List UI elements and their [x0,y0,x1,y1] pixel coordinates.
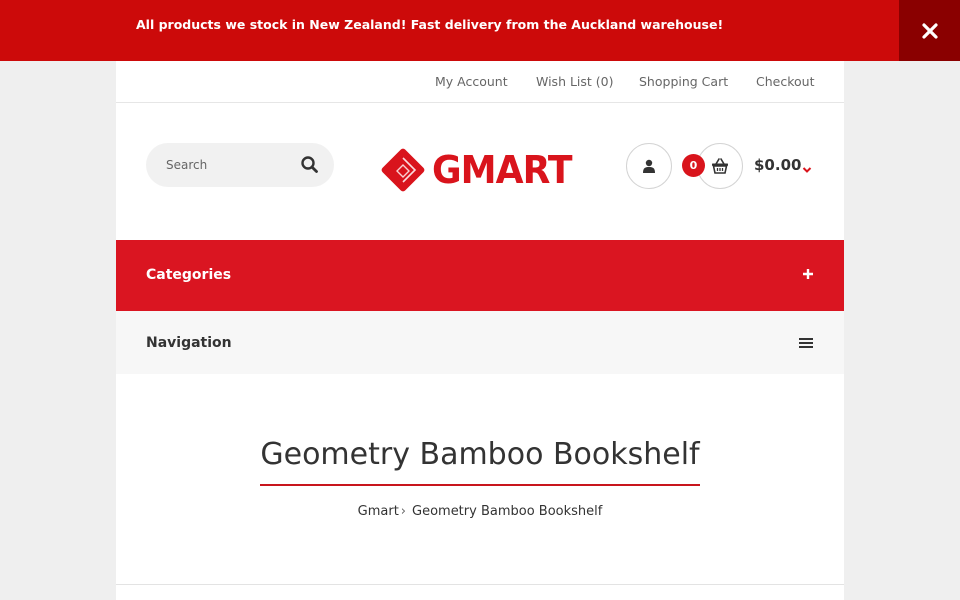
search-button[interactable] [300,155,320,175]
promo-text: All products we stock in New Zealand! Fa… [136,17,724,32]
page-container: My Account Wish List (0) Shopping Cart C… [116,61,844,600]
navigation-bar[interactable]: Navigation [116,311,844,374]
search-input[interactable] [166,155,296,175]
basket-icon [712,158,728,174]
categories-label: Categories [146,267,232,283]
my-account-link[interactable]: My Account [435,74,508,89]
user-icon [643,159,655,173]
top-links-bar: My Account Wish List (0) Shopping Cart C… [116,61,844,103]
breadcrumb-separator: › [400,504,406,519]
menu-icon [799,338,813,348]
logo-text: GMART [432,148,572,192]
gmart-logo[interactable]: GMART [378,145,584,195]
logo-diamond-icon [381,148,425,192]
plus-icon [803,269,813,279]
chevron-down-icon [802,167,812,173]
cart-dropdown-toggle[interactable] [802,159,812,178]
navigation-label: Navigation [146,335,232,351]
account-button[interactable] [626,143,672,189]
shopping-cart-link[interactable]: Shopping Cart [639,74,728,89]
checkout-link[interactable]: Checkout [756,74,814,89]
search-box [146,143,334,187]
close-icon [921,22,938,39]
categories-bar[interactable]: Categories [116,240,844,311]
breadcrumb-current: Geometry Bamboo Bookshelf [412,504,603,519]
cart-total[interactable]: $0.00 [754,156,801,174]
promo-bar: All products we stock in New Zealand! Fa… [0,0,960,61]
divider [116,584,844,585]
search-icon [301,156,318,173]
promo-close-button[interactable] [899,0,960,61]
wish-list-link[interactable]: Wish List (0) [536,74,614,89]
breadcrumb: Gmart › Geometry Bamboo Bookshelf [116,504,844,519]
title-underline [260,484,700,486]
breadcrumb-home-link[interactable]: Gmart [358,504,399,519]
cart-count-badge: 0 [682,154,705,177]
page-title: Geometry Bamboo Bookshelf [260,437,700,472]
